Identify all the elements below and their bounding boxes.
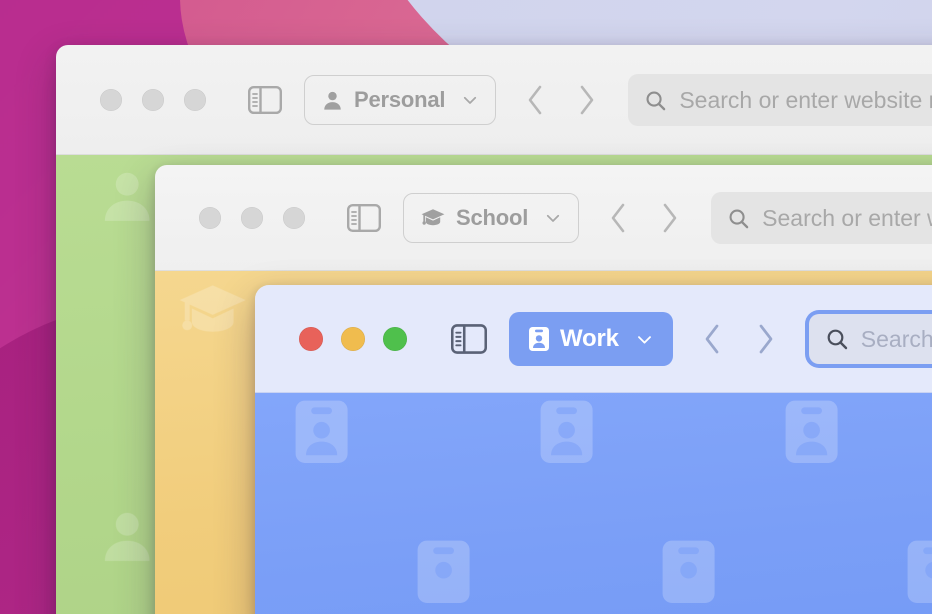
profile-switcher-work[interactable]: Work <box>509 312 673 366</box>
close-button[interactable] <box>100 89 122 111</box>
profile-label: Work <box>560 325 619 352</box>
search-field-wrapper-work: Search or enter website name <box>804 310 932 368</box>
minimize-button[interactable] <box>241 207 263 229</box>
traffic-lights-personal <box>100 89 206 111</box>
search-placeholder: Search or enter website name <box>679 86 932 113</box>
search-field-wrapper-personal: Search or enter website name <box>628 74 932 126</box>
back-button[interactable] <box>607 201 629 235</box>
titlebar-personal: Personal Search or enter website name <box>56 45 932 155</box>
traffic-lights-work <box>299 327 407 351</box>
maximize-button[interactable] <box>184 89 206 111</box>
search-field-personal[interactable]: Search or enter website name <box>628 74 932 126</box>
search-field-work[interactable]: Search or enter website name <box>808 314 932 364</box>
content-tile-pattern-work <box>295 400 932 603</box>
sidebar-toggle-button[interactable] <box>347 204 381 232</box>
search-field-wrapper-school: Search or enter website name <box>711 192 932 244</box>
maximize-button[interactable] <box>283 207 305 229</box>
close-button[interactable] <box>199 207 221 229</box>
sidebar-toggle-button[interactable] <box>451 324 487 354</box>
navigation-controls-personal <box>524 83 598 117</box>
sidebar-toggle-button[interactable] <box>248 86 282 114</box>
sidebar-toggle-icon <box>451 324 487 354</box>
sidebar-toggle-icon <box>248 86 282 114</box>
graduation-cap-icon <box>421 209 445 226</box>
id-badge-icon <box>529 327 549 351</box>
chevron-down-icon <box>637 335 651 344</box>
search-field-school[interactable]: Search or enter website name <box>711 192 932 244</box>
forward-button[interactable] <box>576 83 598 117</box>
titlebar-school: School Search or enter website name <box>155 165 932 271</box>
back-button[interactable] <box>524 83 546 117</box>
navigation-controls-work <box>701 321 777 357</box>
search-icon <box>729 208 749 228</box>
person-icon <box>324 91 341 110</box>
profile-label: School <box>456 205 529 230</box>
browser-window-work[interactable]: Work Search or enter website name <box>255 285 932 614</box>
forward-button[interactable] <box>659 201 681 235</box>
content-area-work <box>255 393 932 614</box>
chevron-down-icon <box>547 214 560 222</box>
sidebar-toggle-icon <box>347 204 381 232</box>
chevron-down-icon <box>464 96 477 104</box>
back-button[interactable] <box>701 321 723 357</box>
forward-button[interactable] <box>755 321 777 357</box>
profile-switcher-school[interactable]: School <box>403 193 580 243</box>
search-placeholder: Search or enter website name <box>860 325 932 352</box>
close-button[interactable] <box>299 327 323 351</box>
maximize-button[interactable] <box>383 327 407 351</box>
traffic-lights-school <box>199 207 305 229</box>
navigation-controls-school <box>607 201 681 235</box>
titlebar-work: Work Search or enter website name <box>255 285 932 393</box>
search-icon <box>827 329 847 350</box>
profile-switcher-personal[interactable]: Personal <box>304 75 497 125</box>
search-placeholder: Search or enter website name <box>762 204 932 231</box>
search-icon <box>646 90 666 110</box>
minimize-button[interactable] <box>341 327 365 351</box>
profile-label: Personal <box>354 87 446 112</box>
minimize-button[interactable] <box>142 89 164 111</box>
